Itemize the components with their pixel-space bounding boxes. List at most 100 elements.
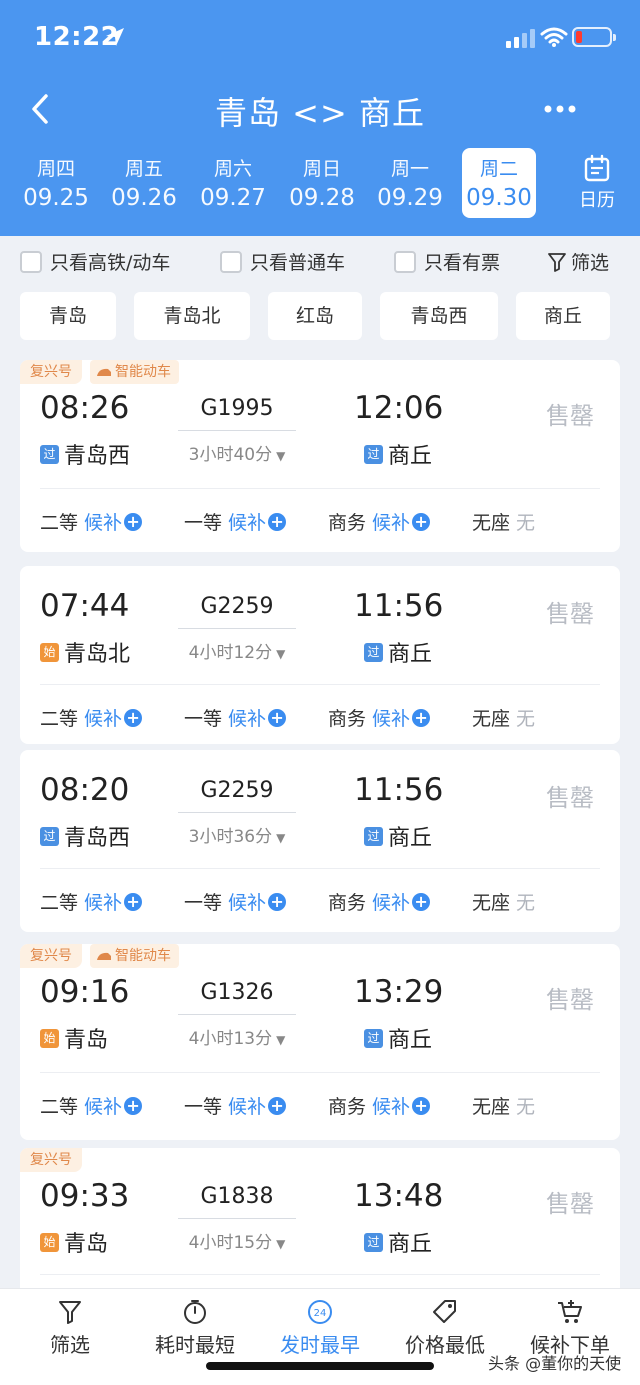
home-indicator[interactable]: [206, 1362, 434, 1370]
high-speed-only-checkbox[interactable]: 只看高铁/动车: [20, 248, 170, 275]
train-number: G1838: [200, 1184, 274, 1209]
seat-label: 二等: [40, 1096, 79, 1118]
seat-business-class[interactable]: 商务 候补 +: [328, 508, 431, 535]
train-list: 复兴号 智能动车 08:26 G1995 12:06 售罄 过 青岛西 3小时4…: [0, 348, 640, 1288]
departure-time: 08:20: [40, 772, 130, 808]
seat-first-class[interactable]: 一等 候补 +: [184, 1092, 287, 1119]
seat-second-class[interactable]: 二等 候补 +: [40, 888, 143, 915]
date-tab-0925[interactable]: 周四 09.25: [18, 148, 94, 218]
station-name: 商丘: [388, 1232, 433, 1257]
clock-24-icon: 24: [308, 1300, 332, 1324]
train-card[interactable]: 07:44 G2259 11:56 售罄 始 青岛北 4小时12分 ▼ 过 商丘 …: [20, 566, 620, 744]
date-tab-0927[interactable]: 周六 09.27: [195, 148, 271, 218]
normal-train-only-checkbox[interactable]: 只看普通车: [220, 248, 345, 275]
duration[interactable]: 4小时15分 ▼: [178, 1228, 296, 1253]
fuxing-tag: 复兴号: [20, 360, 82, 384]
calendar-icon: [584, 154, 610, 182]
more-icon[interactable]: [540, 94, 580, 124]
seat-label: 商务: [328, 892, 367, 914]
arrival-time: 13:29: [354, 974, 444, 1010]
checkbox-box: [394, 250, 416, 273]
toolbar-shortest-button[interactable]: 耗时最短: [131, 1299, 259, 1358]
status-bar: 12:22: [0, 18, 640, 58]
duration-text: 3小时36分: [188, 827, 273, 847]
available-only-checkbox[interactable]: 只看有票: [394, 248, 500, 275]
tag-label: 智能动车: [115, 948, 171, 964]
seat-business-class[interactable]: 商务 候补 +: [328, 704, 431, 731]
caret-down-icon: ▼: [276, 449, 286, 463]
seat-second-class[interactable]: 二等 候补 +: [40, 704, 143, 731]
filter-label: 筛选: [571, 252, 610, 274]
departure-station: 始 青岛: [40, 1226, 108, 1258]
seat-label: 二等: [40, 708, 79, 730]
train-card[interactable]: 复兴号 智能动车 08:26 G1995 12:06 售罄 过 青岛西 3小时4…: [20, 360, 620, 552]
stopwatch-icon: [184, 1300, 206, 1324]
train-card[interactable]: 复兴号 智能动车 09:16 G1326 13:29 售罄 始 青岛 4小时13…: [20, 944, 620, 1140]
duration-text: 4小时15分: [188, 1233, 273, 1253]
filter-button[interactable]: 筛选: [548, 248, 609, 275]
date-tab-0926[interactable]: 周五 09.26: [106, 148, 182, 218]
seat-second-class[interactable]: 二等 候补 +: [40, 1092, 143, 1119]
station-chip-qingdao-north[interactable]: 青岛北: [134, 292, 250, 340]
departure-station: 始 青岛北: [40, 636, 130, 668]
seat-status: 候补: [372, 708, 411, 730]
date-weekday: 周五: [124, 158, 163, 180]
checkbox-label: 只看有票: [424, 252, 501, 274]
checkbox-box: [20, 250, 42, 273]
seat-first-class[interactable]: 一等 候补 +: [184, 508, 287, 535]
duration[interactable]: 4小时12分 ▼: [178, 638, 296, 663]
station-chip-hongdao[interactable]: 红岛: [268, 292, 362, 340]
seat-no-seat: 无座 无: [472, 508, 535, 535]
checkbox-label: 只看高铁/动车: [50, 252, 171, 274]
duration[interactable]: 3小时36分 ▼: [178, 822, 296, 847]
date-tab-0929[interactable]: 周一 09.29: [372, 148, 448, 218]
seat-label: 商务: [328, 708, 367, 730]
departure-time: 09:33: [40, 1178, 130, 1214]
train-tags: 复兴号: [20, 1148, 90, 1174]
nav-bar: 青岛 <> 商丘: [0, 80, 640, 138]
toolbar-filter-button[interactable]: 筛选: [6, 1299, 134, 1358]
seat-first-class[interactable]: 一等 候补 +: [184, 704, 287, 731]
fuxing-tag: 复兴号: [20, 1148, 82, 1172]
date-tab-0928[interactable]: 周日 09.28: [284, 148, 360, 218]
seat-status: 候补: [84, 1096, 123, 1118]
arrival-station: 过 商丘: [364, 1226, 432, 1258]
divider: [40, 1274, 600, 1275]
pass-badge: 过: [364, 444, 383, 464]
seat-business-class[interactable]: 商务 候补 +: [328, 888, 431, 915]
seat-label: 无座: [472, 708, 511, 730]
seat-no-seat: 无座 无: [472, 888, 535, 915]
pass-badge: 过: [364, 826, 383, 846]
train-number: G2259: [200, 778, 274, 803]
funnel-icon: [548, 252, 566, 272]
toolbar-earliest-button[interactable]: 24 发时最早: [256, 1299, 384, 1358]
station-chip-qingdao-west[interactable]: 青岛西: [380, 292, 498, 340]
date-value: 09.29: [377, 185, 443, 211]
calendar-button[interactable]: 日历: [572, 154, 622, 218]
seat-status: 候补: [372, 1096, 411, 1118]
start-badge: 始: [40, 1028, 59, 1048]
seat-second-class[interactable]: 二等 候补 +: [40, 508, 143, 535]
seat-status: 候补: [228, 708, 267, 730]
date-tab-0930-selected[interactable]: 周二 09.30: [462, 148, 536, 218]
train-card[interactable]: 08:20 G2259 11:56 售罄 过 青岛西 3小时36分 ▼ 过 商丘 …: [20, 750, 620, 932]
seat-status: 候补: [372, 512, 411, 534]
duration[interactable]: 3小时40分 ▼: [178, 440, 296, 465]
seat-label: 一等: [184, 708, 223, 730]
location-arrow-icon: [106, 28, 124, 46]
seat-label: 二等: [40, 892, 79, 914]
seat-first-class[interactable]: 一等 候补 +: [184, 888, 287, 915]
station-chip-shangqiu[interactable]: 商丘: [516, 292, 610, 340]
station-name: 青岛: [64, 1232, 109, 1257]
train-icon: [97, 368, 111, 376]
train-card[interactable]: 复兴号 09:33 G1838 13:48 售罄 始 青岛 4小时15分 ▼ 过 …: [20, 1148, 620, 1288]
seat-business-class[interactable]: 商务 候补 +: [328, 1092, 431, 1119]
pass-badge: 过: [40, 444, 59, 464]
station-chip-qingdao[interactable]: 青岛: [20, 292, 116, 340]
plus-circle-icon: +: [268, 1096, 287, 1115]
plus-circle-icon: +: [412, 512, 431, 531]
duration-line: [178, 430, 296, 431]
duration[interactable]: 4小时13分 ▼: [178, 1024, 296, 1049]
departure-time: 08:26: [40, 390, 130, 426]
date-value: 09.27: [200, 185, 266, 211]
